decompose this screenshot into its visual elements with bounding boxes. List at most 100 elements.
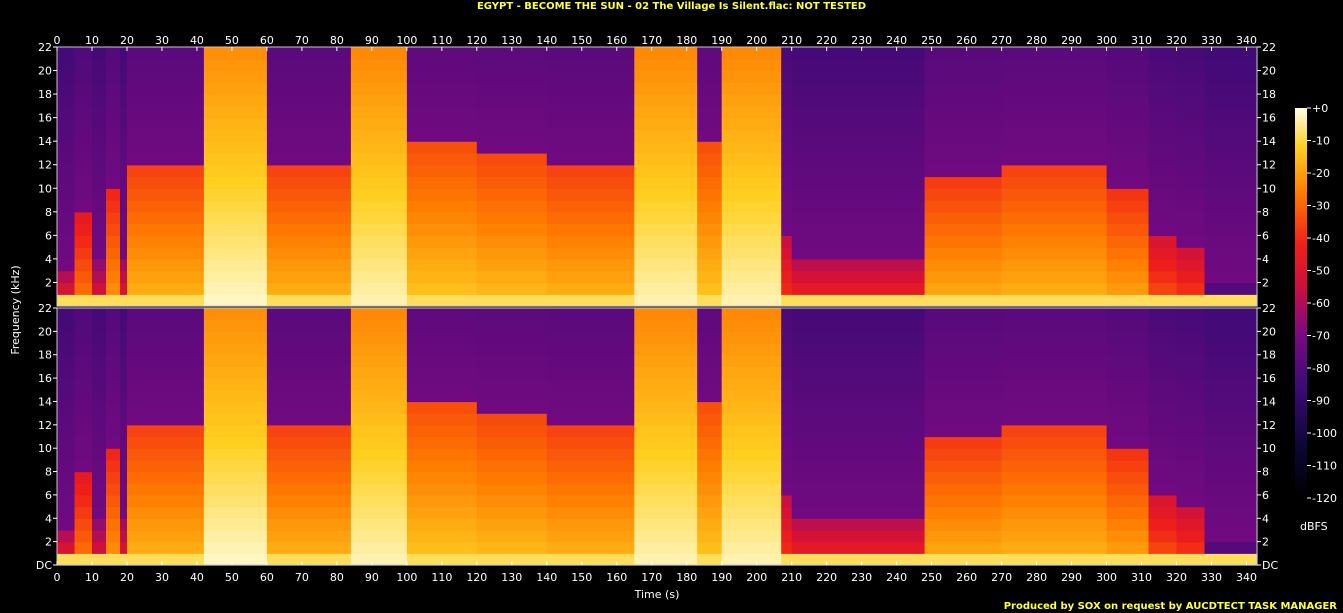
y-tick-left-label-ch2-20: 20: [38, 325, 52, 338]
heatmap-cell-ch1-seg9-band11: [406, 164, 478, 178]
heatmap-cell-ch1-seg22-band21: [1204, 47, 1258, 60]
heatmap-cell-ch2-seg7-band1: [266, 541, 352, 554]
heatmap-cell-ch2-seg22-band8: [1204, 459, 1258, 473]
heatmap-cell-ch1-seg3-band20: [106, 58, 121, 72]
heatmap-cell-ch1-seg17-band7: [924, 211, 1003, 225]
heatmap-cell-ch1-seg6-band17: [203, 94, 268, 107]
heatmap-cell-ch1-seg6-band18: [203, 82, 268, 95]
heatmap-cell-ch2-seg8-band4: [350, 506, 408, 519]
heatmap-cell-ch1-seg13-band12: [697, 153, 723, 166]
heatmap-cell-ch1-seg16-band21: [791, 47, 926, 60]
heatmap-cell-ch1-seg2-band7: [92, 211, 107, 225]
heatmap-cell-ch1-seg2-band9: [92, 188, 107, 201]
heatmap-cell-ch1-seg18-band15: [1001, 117, 1108, 130]
heatmap-cell-ch1-seg7-band4: [266, 247, 352, 260]
heatmap-cell-ch2-seg0-band7: [57, 471, 76, 484]
colorbar-tick-label-8: -80: [1312, 362, 1330, 375]
heatmap-cell-ch1-seg20-band4: [1148, 247, 1178, 260]
heatmap-cell-ch2-seg11-band8: [546, 459, 635, 473]
heatmap-cell-ch2-seg18-band13: [1001, 401, 1108, 414]
heatmap-cell-ch1-seg21-band19: [1176, 70, 1206, 83]
y-tick-right-label-ch2-8: 8: [1262, 466, 1269, 479]
heatmap-cell-ch1-seg14-band20: [721, 58, 782, 72]
heatmap-cell-ch1-seg12-band2: [634, 270, 698, 284]
heatmap-cell-ch2-seg8-band17: [350, 354, 408, 367]
heatmap-cell-ch2-seg14-band10: [721, 436, 782, 449]
heatmap-cell-ch2-seg3-band21: [106, 308, 121, 321]
heatmap-cell-ch1-seg21-band13: [1176, 141, 1206, 154]
y-tick-right-label-ch2-6: 6: [1262, 489, 1269, 502]
heatmap-cell-ch2-seg5-band9: [127, 448, 205, 461]
heatmap-cell-ch1-seg19-band19: [1106, 70, 1150, 83]
heatmap-cell-ch1-seg18-band10: [1001, 176, 1108, 189]
heatmap-cell-ch1-seg3-band9: [106, 188, 121, 201]
heatmap-cell-ch1-seg11-band3: [546, 258, 635, 272]
heatmap-cell-ch1-seg10-band11: [476, 164, 548, 178]
heatmap-cell-ch1-seg11-band5: [546, 235, 635, 248]
heatmap-cell-ch1-seg22-band7: [1204, 211, 1258, 225]
x-tick-bottom-label-130: 130: [501, 571, 522, 584]
heatmap-cell-ch1-seg6-band3: [203, 258, 268, 272]
heatmap-cell-ch1-seg21-band5: [1176, 235, 1206, 248]
heatmap-cell-ch1-seg2-band2: [92, 270, 107, 284]
y-tick-right-label-ch2-14: 14: [1262, 395, 1276, 408]
x-tick-top-label-190: 190: [711, 34, 732, 47]
heatmap-cell-ch2-seg0-band0: [57, 553, 76, 566]
heatmap-cell-ch2-seg16-band7: [791, 471, 926, 484]
heatmap-cell-ch2-seg6-band10: [203, 436, 268, 449]
heatmap-cell-ch1-seg17-band14: [924, 129, 1003, 142]
x-tick-top-label-30: 30: [155, 34, 169, 47]
heatmap-cell-ch2-seg4-band20: [120, 319, 128, 332]
heatmap-cell-ch2-seg3-band18: [106, 343, 121, 356]
heatmap-cell-ch2-seg7-band9: [266, 448, 352, 461]
heatmap-cell-ch2-seg20-band7: [1148, 471, 1178, 484]
heatmap-cell-ch1-seg5-band11: [127, 164, 205, 178]
heatmap-cell-ch2-seg6-band6: [203, 483, 268, 496]
heatmap-cell-ch2-seg11-band3: [546, 518, 635, 531]
heatmap-cell-ch2-seg13-band2: [697, 530, 723, 543]
heatmap-cell-ch1-seg7-band0: [266, 294, 352, 307]
heatmap-cell-ch1-seg15-band9: [781, 188, 793, 201]
colorbar-tick-label-3: -30: [1312, 200, 1330, 213]
heatmap-cell-ch1-seg12-band20: [634, 58, 698, 72]
heatmap-cell-ch1-seg10-band2: [476, 270, 548, 284]
heatmap-cell-ch1-seg8-band4: [350, 247, 408, 260]
heatmap-cell-ch2-seg3-band4: [106, 506, 121, 519]
heatmap-cell-ch2-seg19-band16: [1106, 366, 1150, 379]
heatmap-cell-ch2-seg6-band8: [203, 459, 268, 473]
heatmap-cell-ch2-seg15-band6: [781, 483, 793, 496]
heatmap-cell-ch1-seg12-band19: [634, 70, 698, 83]
heatmap-cell-ch2-seg13-band5: [697, 494, 723, 508]
x-tick-top-label-220: 220: [816, 34, 837, 47]
heatmap-cell-ch2-seg19-band15: [1106, 378, 1150, 391]
heatmap-cell-ch1-seg3-band1: [106, 282, 121, 295]
heatmap-cell-ch2-seg3-band12: [106, 413, 121, 426]
heatmap-cell-ch2-seg16-band20: [791, 319, 926, 332]
heatmap-cell-ch1-seg18-band19: [1001, 70, 1108, 83]
heatmap-cell-ch2-seg11-band5: [546, 494, 635, 508]
heatmap-cell-ch1-seg12-band5: [634, 235, 698, 248]
heatmap-cell-ch2-seg11-band15: [546, 378, 635, 391]
heatmap-cell-ch1-seg7-band1: [266, 282, 352, 295]
heatmap-cell-ch2-seg2-band6: [92, 483, 107, 496]
heatmap-cell-ch1-seg10-band18: [476, 82, 548, 95]
heatmap-cell-ch1-seg19-band12: [1106, 153, 1150, 166]
heatmap-cell-ch2-seg0-band20: [57, 319, 76, 332]
x-tick-top-label-170: 170: [641, 34, 662, 47]
heatmap-cell-ch2-seg5-band21: [127, 308, 205, 321]
heatmap-cell-ch1-seg19-band10: [1106, 176, 1150, 189]
heatmap-cell-ch1-seg1-band11: [74, 164, 93, 178]
heatmap-cell-ch2-seg14-band6: [721, 483, 782, 496]
heatmap-cell-ch1-seg12-band9: [634, 188, 698, 201]
heatmap-cell-ch2-seg10-band9: [476, 448, 548, 461]
heatmap-cell-ch1-seg20-band11: [1148, 164, 1178, 178]
heatmap-cell-ch2-seg16-band0: [791, 553, 926, 566]
heatmap-cell-ch1-seg20-band21: [1148, 47, 1178, 60]
heatmap-cell-ch2-seg0-band12: [57, 413, 76, 426]
heatmap-cell-ch1-seg11-band9: [546, 188, 635, 201]
heatmap-cell-ch2-seg0-band4: [57, 506, 76, 519]
heatmap-cell-ch2-seg16-band18: [791, 343, 926, 356]
heatmap-cell-ch1-seg17-band12: [924, 153, 1003, 166]
heatmap-cell-ch1-seg8-band21: [350, 47, 408, 60]
heatmap-cell-ch1-seg12-band3: [634, 258, 698, 272]
